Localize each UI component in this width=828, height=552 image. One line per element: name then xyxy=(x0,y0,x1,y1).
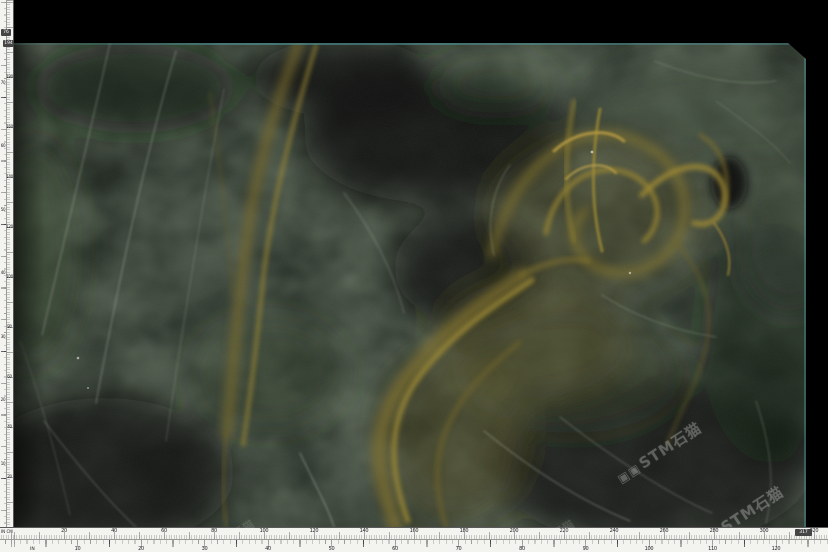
ruler-number: 80 xyxy=(211,529,217,534)
ruler-number: 100 xyxy=(260,529,269,534)
ruler-number: 100 xyxy=(645,547,654,552)
ruler-number: 20 xyxy=(61,529,67,534)
bottom-ruler-cm-row: IN CM 2040608010012014016018020022024026… xyxy=(0,528,828,540)
ruler-number: 20 xyxy=(138,547,144,552)
ruler-number: 120 xyxy=(772,547,781,552)
bottom-ruler: IN CM 2040608010012014016018020022024026… xyxy=(0,527,828,552)
ruler-number: 60 xyxy=(161,529,167,534)
ruler-number: 60 xyxy=(6,374,13,379)
slab-viewer: ▣▣STM石猫 ▣▣STM石猫 ▣▣STM石猫 ▣▣STM石猫 76 194 2… xyxy=(0,0,828,552)
ruler-number: 100 xyxy=(6,274,13,279)
ruler-number: 70 xyxy=(0,80,6,85)
ruler-number: 20 xyxy=(0,397,6,402)
ruler-number: 50 xyxy=(0,207,6,212)
ruler-number: 20 xyxy=(6,474,13,479)
slab-top-edge-highlight xyxy=(14,43,806,45)
ruler-number: 90 xyxy=(583,547,589,552)
slab-stone-texture xyxy=(14,43,806,527)
ruler-number: 180 xyxy=(6,74,13,79)
ruler-unit-labels: IN CM xyxy=(1,529,13,534)
ruler-number: 10 xyxy=(0,461,6,466)
ruler-number: 60 xyxy=(0,143,6,148)
ruler-number: 280 xyxy=(710,529,719,534)
slab-width-badge-cm: 317 xyxy=(795,529,812,536)
ruler-number: 200 xyxy=(510,529,519,534)
ruler-number: 160 xyxy=(410,529,419,534)
ruler-number: 260 xyxy=(660,529,669,534)
ruler-number: 110 xyxy=(708,547,717,552)
slab-left-shadow xyxy=(14,43,44,527)
ruler-number: 300 xyxy=(760,529,769,534)
ruler-number: 40 xyxy=(265,547,271,552)
ruler-number: 10 xyxy=(75,547,81,552)
ruler-number: 60 xyxy=(392,547,398,552)
left-ruler-cm-ticks xyxy=(6,0,13,527)
slab-right-edge-highlight xyxy=(804,43,806,527)
ruler-number: 40 xyxy=(6,424,13,429)
ruler-number: 120 xyxy=(310,529,319,534)
ruler-number: 70 xyxy=(456,547,462,552)
ruler-number: 240 xyxy=(610,529,619,534)
ruler-number: 140 xyxy=(360,529,369,534)
ruler-number: 30 xyxy=(0,334,6,339)
ruler-number: 80 xyxy=(6,324,13,329)
ruler-number: 140 xyxy=(6,174,13,179)
ruler-number: 160 xyxy=(6,124,13,129)
ruler-number: 40 xyxy=(111,529,117,534)
slab-image xyxy=(14,43,806,527)
left-ruler: 76 194 20 40 60 80 100 120 140 160 180 10 20 30 40 50… xyxy=(0,0,14,527)
ruler-number: 50 xyxy=(329,547,335,552)
slab-height-badge-inches: 76 xyxy=(1,29,11,36)
ruler-number: 40 xyxy=(0,270,6,275)
inch-row-label: IN xyxy=(30,547,35,552)
ruler-number: 120 xyxy=(6,224,13,229)
ruler-number: 180 xyxy=(460,529,469,534)
slab-height-badge-cm: 194 xyxy=(3,40,14,47)
bottom-ruler-inch-row: IN 102030405060708090100110120 xyxy=(0,540,828,552)
